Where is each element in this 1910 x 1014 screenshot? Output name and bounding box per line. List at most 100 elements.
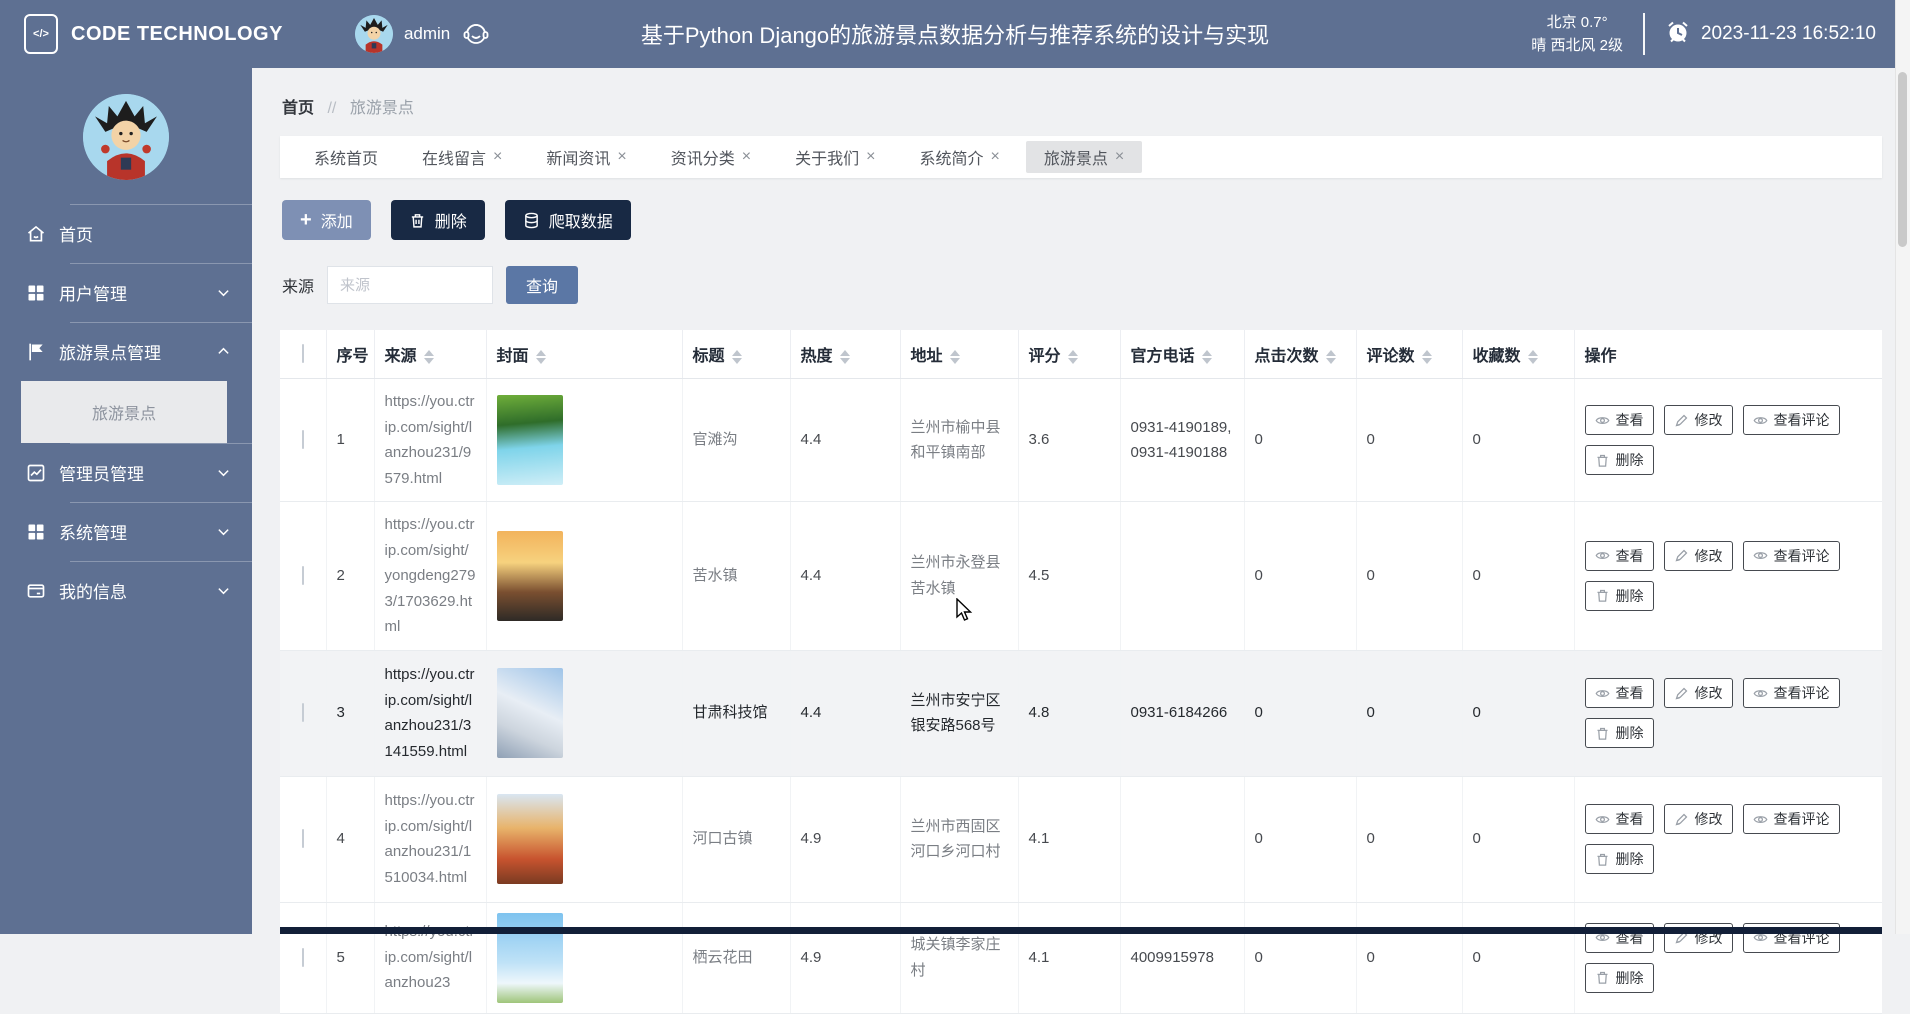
- col-header-phone[interactable]: 官方电话: [1120, 330, 1245, 379]
- source-input[interactable]: [327, 266, 494, 304]
- vertical-scrollbar[interactable]: [1895, 0, 1910, 934]
- username: admin: [403, 24, 451, 43]
- edit-button[interactable]: 修改: [1663, 804, 1733, 834]
- breadcrumb-home[interactable]: 首页: [282, 100, 314, 117]
- cover-image: [496, 912, 563, 1003]
- sort-icon[interactable]: [535, 349, 546, 364]
- cell-clicks: 0: [1244, 776, 1357, 903]
- row-delete-button[interactable]: 删除: [1584, 962, 1654, 993]
- view-button[interactable]: 查看: [1584, 405, 1654, 435]
- sort-icon[interactable]: [423, 349, 434, 364]
- col-header-title[interactable]: 标题: [682, 330, 791, 379]
- tab-close-icon[interactable]: [1115, 148, 1124, 166]
- row-checkbox[interactable]: [301, 829, 304, 849]
- row-checkbox[interactable]: [301, 703, 304, 723]
- sidebar-item-home[interactable]: 首页: [0, 204, 252, 263]
- tab-news[interactable]: 新闻资讯: [528, 141, 644, 173]
- tab-close-icon[interactable]: [617, 148, 626, 166]
- delete-button-label: 删除: [434, 214, 467, 231]
- edit-button[interactable]: 修改: [1663, 678, 1733, 708]
- sort-icon[interactable]: [731, 349, 742, 364]
- edit-button[interactable]: 修改: [1663, 405, 1733, 435]
- cell-source: https://you.ctrip.com/sight/yongdeng2793…: [374, 501, 487, 651]
- col-header-clicks[interactable]: 点击次数: [1244, 330, 1357, 379]
- user-status-icon[interactable]: [461, 19, 491, 49]
- view-comments-button[interactable]: 查看评论: [1742, 678, 1840, 708]
- tab-scenic-spots[interactable]: 旅游景点: [1025, 141, 1143, 173]
- col-header-favorites[interactable]: 收藏数: [1462, 330, 1575, 379]
- edit-button[interactable]: 修改: [1663, 540, 1733, 571]
- scrollbar-thumb[interactable]: [1898, 72, 1907, 247]
- tab-system-home[interactable]: 系统首页: [296, 141, 396, 173]
- tab-about-us[interactable]: 关于我们: [777, 141, 893, 173]
- tab-close-icon[interactable]: [990, 148, 999, 166]
- weather-city-temp: 北京 0.7°: [1546, 13, 1608, 31]
- sort-icon[interactable]: [1325, 349, 1336, 364]
- col-header-rating[interactable]: 评分: [1018, 330, 1121, 379]
- row-delete-button[interactable]: 删除: [1584, 580, 1654, 611]
- select-all-checkbox[interactable]: [301, 344, 304, 363]
- add-button[interactable]: 添加: [282, 200, 371, 240]
- sort-icon[interactable]: [1527, 349, 1538, 364]
- view-comments-button[interactable]: 查看评论: [1742, 804, 1840, 834]
- chevron-down-icon: [217, 584, 230, 597]
- sidebar-item-my-info[interactable]: 我的信息: [0, 561, 252, 620]
- cell-address: 兰州市榆中县和平镇南部: [900, 378, 1019, 502]
- avatar[interactable]: [354, 15, 393, 53]
- row-delete-button[interactable]: 删除: [1584, 844, 1654, 874]
- chevron-down-icon: [217, 286, 230, 299]
- sort-icon[interactable]: [949, 349, 960, 364]
- col-header-source[interactable]: 来源: [374, 330, 487, 379]
- view-button[interactable]: 查看: [1584, 804, 1654, 834]
- cell-rating: 4.8: [1018, 650, 1121, 777]
- cell-phone: [1120, 501, 1245, 651]
- sort-icon[interactable]: [839, 349, 850, 364]
- col-header-heat[interactable]: 热度: [790, 330, 901, 379]
- tab-news-category[interactable]: 资讯分类: [653, 141, 769, 173]
- sidebar-item-admin-management[interactable]: 管理员管理: [0, 443, 252, 502]
- data-table: 序号 来源 封面 标题 热度 地址 评分 官方电话 点击次数 评论数 收藏数 操…: [280, 330, 1882, 1014]
- col-header-cover[interactable]: 封面: [486, 330, 683, 379]
- user-block[interactable]: admin: [354, 15, 491, 53]
- pencil-icon: [1674, 812, 1689, 827]
- top-header-bar: 基于Python Django的旅游景点数据分析与推荐系统的设计与实现 CODE…: [0, 0, 1910, 68]
- sidebar-subitem-scenic-spots[interactable]: 旅游景点: [21, 381, 227, 443]
- delete-button[interactable]: 删除: [390, 200, 485, 240]
- cell-phone: 0931-4190189,0931-4190188: [1120, 378, 1245, 502]
- col-header-comments[interactable]: 评论数: [1356, 330, 1463, 379]
- tab-close-icon[interactable]: [493, 148, 502, 166]
- row-checkbox[interactable]: [301, 947, 304, 967]
- sidebar-item-label: 首页: [59, 226, 93, 245]
- view-button[interactable]: 查看: [1584, 540, 1654, 571]
- crawl-data-button[interactable]: 爬取数据: [504, 200, 631, 240]
- sort-icon[interactable]: [1067, 349, 1078, 364]
- cell-rating: 4.1: [1018, 776, 1121, 903]
- alarm-clock-icon: [1665, 19, 1691, 50]
- view-comments-button[interactable]: 查看评论: [1742, 540, 1840, 571]
- col-header-index[interactable]: 序号: [326, 330, 375, 379]
- cell-favorites: 0: [1462, 902, 1575, 1014]
- tab-close-icon[interactable]: [866, 148, 875, 166]
- cell-heat: 4.4: [790, 650, 901, 777]
- tab-system-intro[interactable]: 系统简介: [901, 141, 1017, 173]
- tab-online-messages[interactable]: 在线留言: [404, 141, 520, 173]
- search-button[interactable]: 查询: [506, 266, 579, 304]
- eye-icon: [1595, 812, 1610, 827]
- cell-phone: [1120, 776, 1245, 903]
- sort-icon[interactable]: [1201, 349, 1212, 364]
- view-comments-button[interactable]: 查看评论: [1742, 405, 1840, 435]
- row-checkbox[interactable]: [301, 566, 304, 585]
- sidebar-item-label: 旅游景点管理: [59, 344, 161, 363]
- row-delete-button[interactable]: 删除: [1584, 445, 1654, 475]
- view-button[interactable]: 查看: [1584, 678, 1654, 708]
- sidebar-item-scenic-management[interactable]: 旅游景点管理: [0, 322, 252, 381]
- row-delete-button[interactable]: 删除: [1584, 718, 1654, 748]
- sort-icon[interactable]: [1421, 349, 1432, 364]
- row-checkbox[interactable]: [301, 430, 304, 450]
- sidebar: 首页 用户管理 旅游景点管理 旅游景点 管理员管理 系统管理 我的信息: [0, 68, 252, 934]
- sidebar-item-system-management[interactable]: 系统管理: [0, 502, 252, 561]
- cell-clicks: 0: [1244, 902, 1357, 1014]
- tab-close-icon[interactable]: [742, 148, 751, 166]
- col-header-address[interactable]: 地址: [900, 330, 1019, 379]
- sidebar-item-user-management[interactable]: 用户管理: [0, 263, 252, 322]
